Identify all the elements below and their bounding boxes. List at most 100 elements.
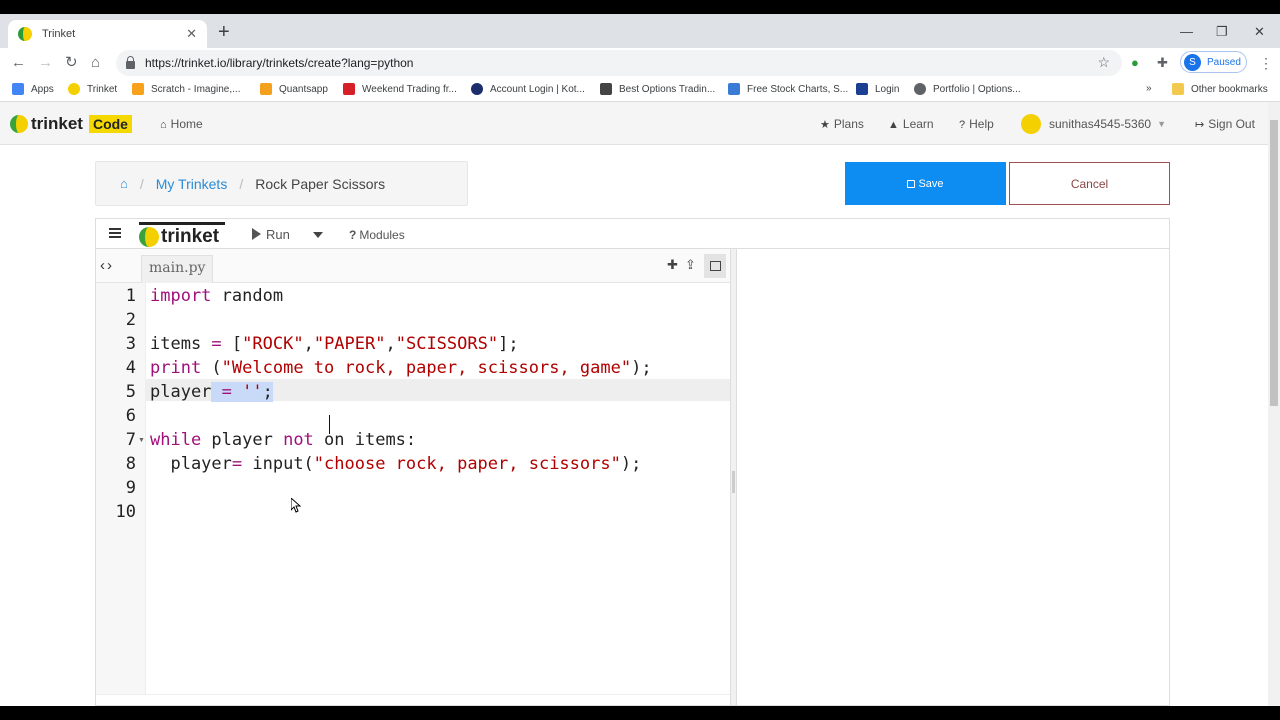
apps-grid-icon — [12, 83, 24, 95]
forward-icon[interactable]: → — [38, 54, 53, 72]
image-library-icon[interactable] — [704, 254, 726, 278]
stockcharts-icon — [728, 83, 740, 95]
login-icon — [856, 83, 868, 95]
home-icon: ⌂ — [160, 119, 167, 131]
line-number: 3 — [125, 334, 136, 354]
code-line: player= input("choose rock, paper, sciss… — [150, 454, 642, 474]
options-icon — [600, 83, 612, 95]
play-icon — [252, 228, 261, 240]
bookmarks-bar: Apps Trinket Scratch - Imagine,... Quant… — [0, 78, 1280, 102]
cancel-button[interactable]: Cancel — [1009, 162, 1170, 205]
browser-menu-icon[interactable]: ⋮ — [1259, 55, 1273, 72]
minimize-icon[interactable]: — — [1180, 24, 1193, 39]
line-number: 9 — [125, 478, 136, 498]
extensions-puzzle-icon[interactable]: ✚ — [1157, 55, 1168, 71]
tab-title: Trinket — [42, 28, 76, 40]
line-number: 5 — [125, 382, 136, 402]
code-editor[interactable]: import random items = ["ROCK","PAPER","S… — [146, 283, 730, 705]
url-text: https://trinket.io/library/trinkets/crea… — [145, 56, 414, 70]
profile-button[interactable]: S Paused — [1180, 51, 1247, 73]
trinket-favicon-icon — [18, 27, 32, 41]
pane-resize-handle[interactable] — [730, 249, 737, 705]
line-number: 6 — [125, 406, 136, 426]
run-button[interactable]: Run — [252, 227, 290, 242]
bookmark-scratch[interactable]: Scratch - Imagine,... — [132, 83, 240, 95]
bookmarks-overflow[interactable]: » — [1146, 83, 1152, 94]
trinket-logo-icon — [139, 227, 159, 247]
nav-plans[interactable]: ★ Plans — [820, 117, 864, 131]
bookmark-star-icon[interactable]: ☆ — [1097, 54, 1110, 71]
lock-icon — [126, 56, 135, 69]
code-line: print ("Welcome to rock, paper, scissors… — [150, 358, 652, 378]
line-number: 7 — [125, 430, 136, 450]
nav-learn[interactable]: ▲ Learn — [888, 117, 934, 131]
browser-tab[interactable]: Trinket ✕ — [8, 20, 207, 48]
nav-sign-out[interactable]: ↦ Sign Out — [1195, 117, 1255, 131]
code-line: items = ["ROCK","PAPER","SCISSORS"]; — [150, 334, 519, 354]
nav-help[interactable]: ? Help — [959, 117, 994, 131]
graduation-cap-icon: ▲ — [888, 119, 899, 131]
browser-toolbar: ← → ↻ ⌂ https://trinket.io/library/trink… — [0, 48, 1280, 78]
avatar: S — [1184, 53, 1201, 71]
site-logo[interactable]: trinket Code — [10, 114, 132, 134]
scrollbar-thumb[interactable] — [1270, 120, 1278, 406]
bookmark-other[interactable]: Other bookmarks — [1172, 83, 1268, 95]
trinket-logo-icon — [10, 115, 28, 133]
bookmark-portfolio[interactable]: Portfolio | Options... — [914, 83, 1021, 95]
breadcrumb-current: Rock Paper Scissors — [255, 175, 386, 192]
reload-icon[interactable]: ↻ — [65, 54, 78, 72]
bookmark-apps[interactable]: Apps — [12, 83, 54, 95]
ig-icon — [343, 83, 355, 95]
home-icon[interactable]: ⌂ — [91, 54, 100, 72]
line-gutter: 1 2 3 4 5 6 7 ▼ 8 9 10 — [96, 283, 146, 705]
file-tab-main[interactable]: main.py — [141, 255, 214, 283]
nav-home[interactable]: ⌂ Home — [160, 117, 203, 131]
menu-icon[interactable] — [109, 228, 121, 238]
save-button[interactable]: Save — [845, 162, 1006, 205]
trinket-editor: trinket Run ?Modules ‹› main.py ✚ ⇪ 1 2 — [95, 218, 1170, 706]
code-pane: ‹› main.py ✚ ⇪ 1 2 3 4 5 6 7 ▼ 8 9 10 im… — [96, 249, 730, 705]
modules-button[interactable]: ? Modules — [349, 228, 405, 242]
breadcrumb-my-trinkets[interactable]: My Trinkets — [156, 176, 228, 192]
help-icon: ? — [959, 119, 966, 131]
output-pane[interactable] — [737, 249, 1169, 705]
upload-icon[interactable]: ⇪ — [685, 257, 696, 273]
code-horizontal-scrollbar[interactable] — [96, 694, 730, 705]
restore-icon[interactable]: ❐ — [1216, 24, 1228, 40]
file-nav-arrows-icon[interactable]: ‹› — [100, 257, 114, 274]
page-vertical-scrollbar[interactable] — [1268, 102, 1280, 706]
breadcrumb-home-icon[interactable]: ⌂ — [120, 176, 128, 191]
user-avatar — [1021, 114, 1041, 134]
code-line: while player not on items: — [150, 430, 417, 450]
bookmark-best-options[interactable]: Best Options Tradin... — [600, 83, 715, 95]
quantsapp-icon — [260, 83, 272, 95]
back-icon[interactable]: ← — [11, 54, 26, 72]
site-nav: trinket Code ⌂ Home ★ Plans ▲ Learn ? Help s… — [0, 102, 1268, 145]
line-number: 10 — [115, 502, 136, 522]
run-options-dropdown-icon[interactable] — [313, 232, 323, 238]
extension-globe-icon[interactable]: ● — [1131, 55, 1139, 70]
new-tab-icon[interactable]: + — [218, 22, 230, 42]
text-selection: = ''; — [211, 382, 273, 402]
close-tab-icon[interactable]: ✕ — [186, 26, 197, 42]
bookmark-weekend-trading[interactable]: Weekend Trading fr... — [343, 83, 457, 95]
bookmark-trinket[interactable]: Trinket — [68, 83, 117, 95]
add-file-icon[interactable]: ✚ — [667, 257, 678, 273]
profile-status: Paused — [1207, 56, 1241, 68]
bookmark-login[interactable]: Login — [856, 83, 899, 95]
close-window-icon[interactable]: ✕ — [1254, 24, 1265, 40]
text-caret — [329, 415, 330, 434]
screen: Trinket ✕ + — ❐ ✕ ← → ↻ ⌂ https://trinke… — [0, 0, 1280, 720]
fold-arrow-icon[interactable]: ▼ — [138, 437, 145, 444]
line-number: 8 — [125, 454, 136, 474]
star-icon: ★ — [820, 119, 830, 131]
user-menu[interactable]: sunithas4545-5360 ▼ — [1021, 114, 1166, 134]
address-bar[interactable]: https://trinket.io/library/trinkets/crea… — [116, 50, 1122, 76]
scratch-icon — [132, 83, 144, 95]
bookmark-free-stock-charts[interactable]: Free Stock Charts, S... — [728, 83, 848, 95]
bookmark-quantsapp[interactable]: Quantsapp — [260, 83, 328, 95]
bookmark-account-login[interactable]: Account Login | Kot... — [471, 83, 585, 95]
page: trinket Code ⌂ Home ★ Plans ▲ Learn ? Help s… — [0, 102, 1268, 706]
code-badge: Code — [88, 115, 132, 133]
caret-down-icon: ▼ — [1157, 119, 1167, 129]
